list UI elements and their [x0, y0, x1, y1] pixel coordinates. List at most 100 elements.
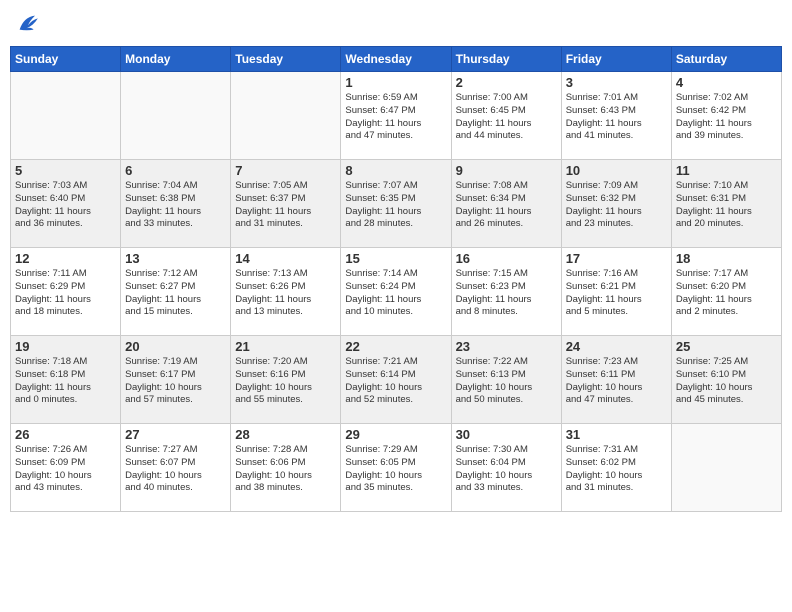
- day-number: 19: [15, 339, 116, 354]
- calendar-cell: 27 Sunrise: 7:27 AM Sunset: 6:07 PM Dayli…: [121, 424, 231, 512]
- week-row-4: 19 Sunrise: 7:18 AM Sunset: 6:18 PM Dayli…: [11, 336, 782, 424]
- day-number: 5: [15, 163, 116, 178]
- day-info: Sunrise: 7:09 AM Sunset: 6:32 PM Dayligh…: [566, 180, 667, 231]
- header-tuesday: Tuesday: [231, 47, 341, 72]
- day-info: Sunrise: 6:59 AM Sunset: 6:47 PM Dayligh…: [345, 92, 446, 143]
- calendar-cell: 28Sunrise: 7:28 AM Sunset: 6:06 PM Dayli…: [231, 424, 341, 512]
- day-info: Sunrise: 7:17 AM Sunset: 6:20 PM Dayligh…: [676, 268, 777, 319]
- day-info: Sunrise: 7:22 AM Sunset: 6:13 PM Dayligh…: [456, 356, 557, 407]
- day-info: Sunrise: 7:10 AM Sunset: 6:31 PM Dayligh…: [676, 180, 777, 231]
- day-number: 28: [235, 427, 336, 442]
- day-number: 26: [15, 427, 116, 442]
- calendar-cell: 4 Sunrise: 7:02 AM Sunset: 6:42 PM Daylig…: [671, 72, 781, 160]
- calendar-cell: 18 Sunrise: 7:17 AM Sunset: 6:20 PM Dayli…: [671, 248, 781, 336]
- calendar-cell: 12 Sunrise: 7:11 AM Sunset: 6:29 PM Dayli…: [11, 248, 121, 336]
- day-info: Sunrise: 7:07 AM Sunset: 6:35 PM Dayligh…: [345, 180, 446, 231]
- calendar-cell: 21 Sunrise: 7:20 AM Sunset: 6:16 PM Dayli…: [231, 336, 341, 424]
- day-number: 30: [456, 427, 557, 442]
- day-info: Sunrise: 7:21 AM Sunset: 6:14 PM Dayligh…: [345, 356, 446, 407]
- day-info: Sunrise: 7:05 AM Sunset: 6:37 PM Dayligh…: [235, 180, 336, 231]
- day-number: 23: [456, 339, 557, 354]
- calendar-cell: 31 Sunrise: 7:31 AM Sunset: 6:02 PM Dayli…: [561, 424, 671, 512]
- day-number: 16: [456, 251, 557, 266]
- day-number: 3: [566, 75, 667, 90]
- day-number: 22: [345, 339, 446, 354]
- day-info: Sunrise: 7:12 AM Sunset: 6:27 PM Dayligh…: [125, 268, 226, 319]
- day-number: 27: [125, 427, 226, 442]
- calendar-cell: 15 Sunrise: 7:14 AM Sunset: 6:24 PM Dayli…: [341, 248, 451, 336]
- calendar-cell: 10 Sunrise: 7:09 AM Sunset: 6:32 PM Dayli…: [561, 160, 671, 248]
- calendar-cell: 14Sunrise: 7:13 AM Sunset: 6:26 PM Dayli…: [231, 248, 341, 336]
- day-number: 29: [345, 427, 446, 442]
- header-saturday: Saturday: [671, 47, 781, 72]
- day-info: Sunrise: 7:25 AM Sunset: 6:10 PM Dayligh…: [676, 356, 777, 407]
- calendar-cell: [231, 72, 341, 160]
- day-info: Sunrise: 7:02 AM Sunset: 6:42 PM Dayligh…: [676, 92, 777, 143]
- calendar-cell: 8Sunrise: 7:07 AM Sunset: 6:35 PM Daylig…: [341, 160, 451, 248]
- calendar-header-row: SundayMondayTuesdayWednesdayThursdayFrid…: [11, 47, 782, 72]
- day-number: 20: [125, 339, 226, 354]
- day-info: Sunrise: 7:11 AM Sunset: 6:29 PM Dayligh…: [15, 268, 116, 319]
- calendar-table: SundayMondayTuesdayWednesdayThursdayFrid…: [10, 46, 782, 512]
- day-number: 21: [235, 339, 336, 354]
- calendar-cell: 9 Sunrise: 7:08 AM Sunset: 6:34 PM Daylig…: [451, 160, 561, 248]
- calendar-cell: 5 Sunrise: 7:03 AM Sunset: 6:40 PM Daylig…: [11, 160, 121, 248]
- calendar-cell: 19 Sunrise: 7:18 AM Sunset: 6:18 PM Dayli…: [11, 336, 121, 424]
- calendar-cell: [11, 72, 121, 160]
- day-number: 10: [566, 163, 667, 178]
- day-number: 13: [125, 251, 226, 266]
- calendar-cell: 16 Sunrise: 7:15 AM Sunset: 6:23 PM Dayli…: [451, 248, 561, 336]
- day-info: Sunrise: 7:20 AM Sunset: 6:16 PM Dayligh…: [235, 356, 336, 407]
- day-info: Sunrise: 7:31 AM Sunset: 6:02 PM Dayligh…: [566, 444, 667, 495]
- calendar-cell: 6Sunrise: 7:04 AM Sunset: 6:38 PM Daylig…: [121, 160, 231, 248]
- day-number: 14: [235, 251, 336, 266]
- day-info: Sunrise: 7:23 AM Sunset: 6:11 PM Dayligh…: [566, 356, 667, 407]
- calendar-cell: 22 Sunrise: 7:21 AM Sunset: 6:14 PM Dayli…: [341, 336, 451, 424]
- day-number: 2: [456, 75, 557, 90]
- calendar-cell: 24Sunrise: 7:23 AM Sunset: 6:11 PM Dayli…: [561, 336, 671, 424]
- header-sunday: Sunday: [11, 47, 121, 72]
- day-number: 9: [456, 163, 557, 178]
- calendar-cell: 25 Sunrise: 7:25 AM Sunset: 6:10 PM Dayli…: [671, 336, 781, 424]
- day-number: 6: [125, 163, 226, 178]
- day-info: Sunrise: 7:18 AM Sunset: 6:18 PM Dayligh…: [15, 356, 116, 407]
- calendar-cell: 2 Sunrise: 7:00 AM Sunset: 6:45 PM Daylig…: [451, 72, 561, 160]
- week-row-3: 12 Sunrise: 7:11 AM Sunset: 6:29 PM Dayli…: [11, 248, 782, 336]
- logo-bird-icon: [14, 10, 42, 38]
- day-info: Sunrise: 7:26 AM Sunset: 6:09 PM Dayligh…: [15, 444, 116, 495]
- day-info: Sunrise: 7:16 AM Sunset: 6:21 PM Dayligh…: [566, 268, 667, 319]
- day-info: Sunrise: 7:00 AM Sunset: 6:45 PM Dayligh…: [456, 92, 557, 143]
- day-info: Sunrise: 7:14 AM Sunset: 6:24 PM Dayligh…: [345, 268, 446, 319]
- day-info: Sunrise: 7:30 AM Sunset: 6:04 PM Dayligh…: [456, 444, 557, 495]
- header-thursday: Thursday: [451, 47, 561, 72]
- day-number: 12: [15, 251, 116, 266]
- page-header: [10, 10, 782, 38]
- week-row-5: 26 Sunrise: 7:26 AM Sunset: 6:09 PM Dayli…: [11, 424, 782, 512]
- day-number: 31: [566, 427, 667, 442]
- day-info: Sunrise: 7:03 AM Sunset: 6:40 PM Dayligh…: [15, 180, 116, 231]
- day-info: Sunrise: 7:15 AM Sunset: 6:23 PM Dayligh…: [456, 268, 557, 319]
- day-info: Sunrise: 7:19 AM Sunset: 6:17 PM Dayligh…: [125, 356, 226, 407]
- day-info: Sunrise: 7:08 AM Sunset: 6:34 PM Dayligh…: [456, 180, 557, 231]
- week-row-2: 5 Sunrise: 7:03 AM Sunset: 6:40 PM Daylig…: [11, 160, 782, 248]
- calendar-cell: [121, 72, 231, 160]
- calendar-cell: 3 Sunrise: 7:01 AM Sunset: 6:43 PM Daylig…: [561, 72, 671, 160]
- day-info: Sunrise: 7:27 AM Sunset: 6:07 PM Dayligh…: [125, 444, 226, 495]
- calendar-cell: 7Sunrise: 7:05 AM Sunset: 6:37 PM Daylig…: [231, 160, 341, 248]
- day-info: Sunrise: 7:01 AM Sunset: 6:43 PM Dayligh…: [566, 92, 667, 143]
- calendar-cell: 23 Sunrise: 7:22 AM Sunset: 6:13 PM Dayli…: [451, 336, 561, 424]
- day-number: 15: [345, 251, 446, 266]
- day-number: 18: [676, 251, 777, 266]
- day-number: 17: [566, 251, 667, 266]
- calendar-cell: 1Sunrise: 6:59 AM Sunset: 6:47 PM Daylig…: [341, 72, 451, 160]
- logo: [14, 10, 44, 38]
- header-friday: Friday: [561, 47, 671, 72]
- calendar-cell: 29Sunrise: 7:29 AM Sunset: 6:05 PM Dayli…: [341, 424, 451, 512]
- day-number: 4: [676, 75, 777, 90]
- day-number: 25: [676, 339, 777, 354]
- day-number: 11: [676, 163, 777, 178]
- calendar-cell: 17 Sunrise: 7:16 AM Sunset: 6:21 PM Dayli…: [561, 248, 671, 336]
- calendar-cell: [671, 424, 781, 512]
- calendar-cell: 11 Sunrise: 7:10 AM Sunset: 6:31 PM Dayli…: [671, 160, 781, 248]
- calendar-cell: 30 Sunrise: 7:30 AM Sunset: 6:04 PM Dayli…: [451, 424, 561, 512]
